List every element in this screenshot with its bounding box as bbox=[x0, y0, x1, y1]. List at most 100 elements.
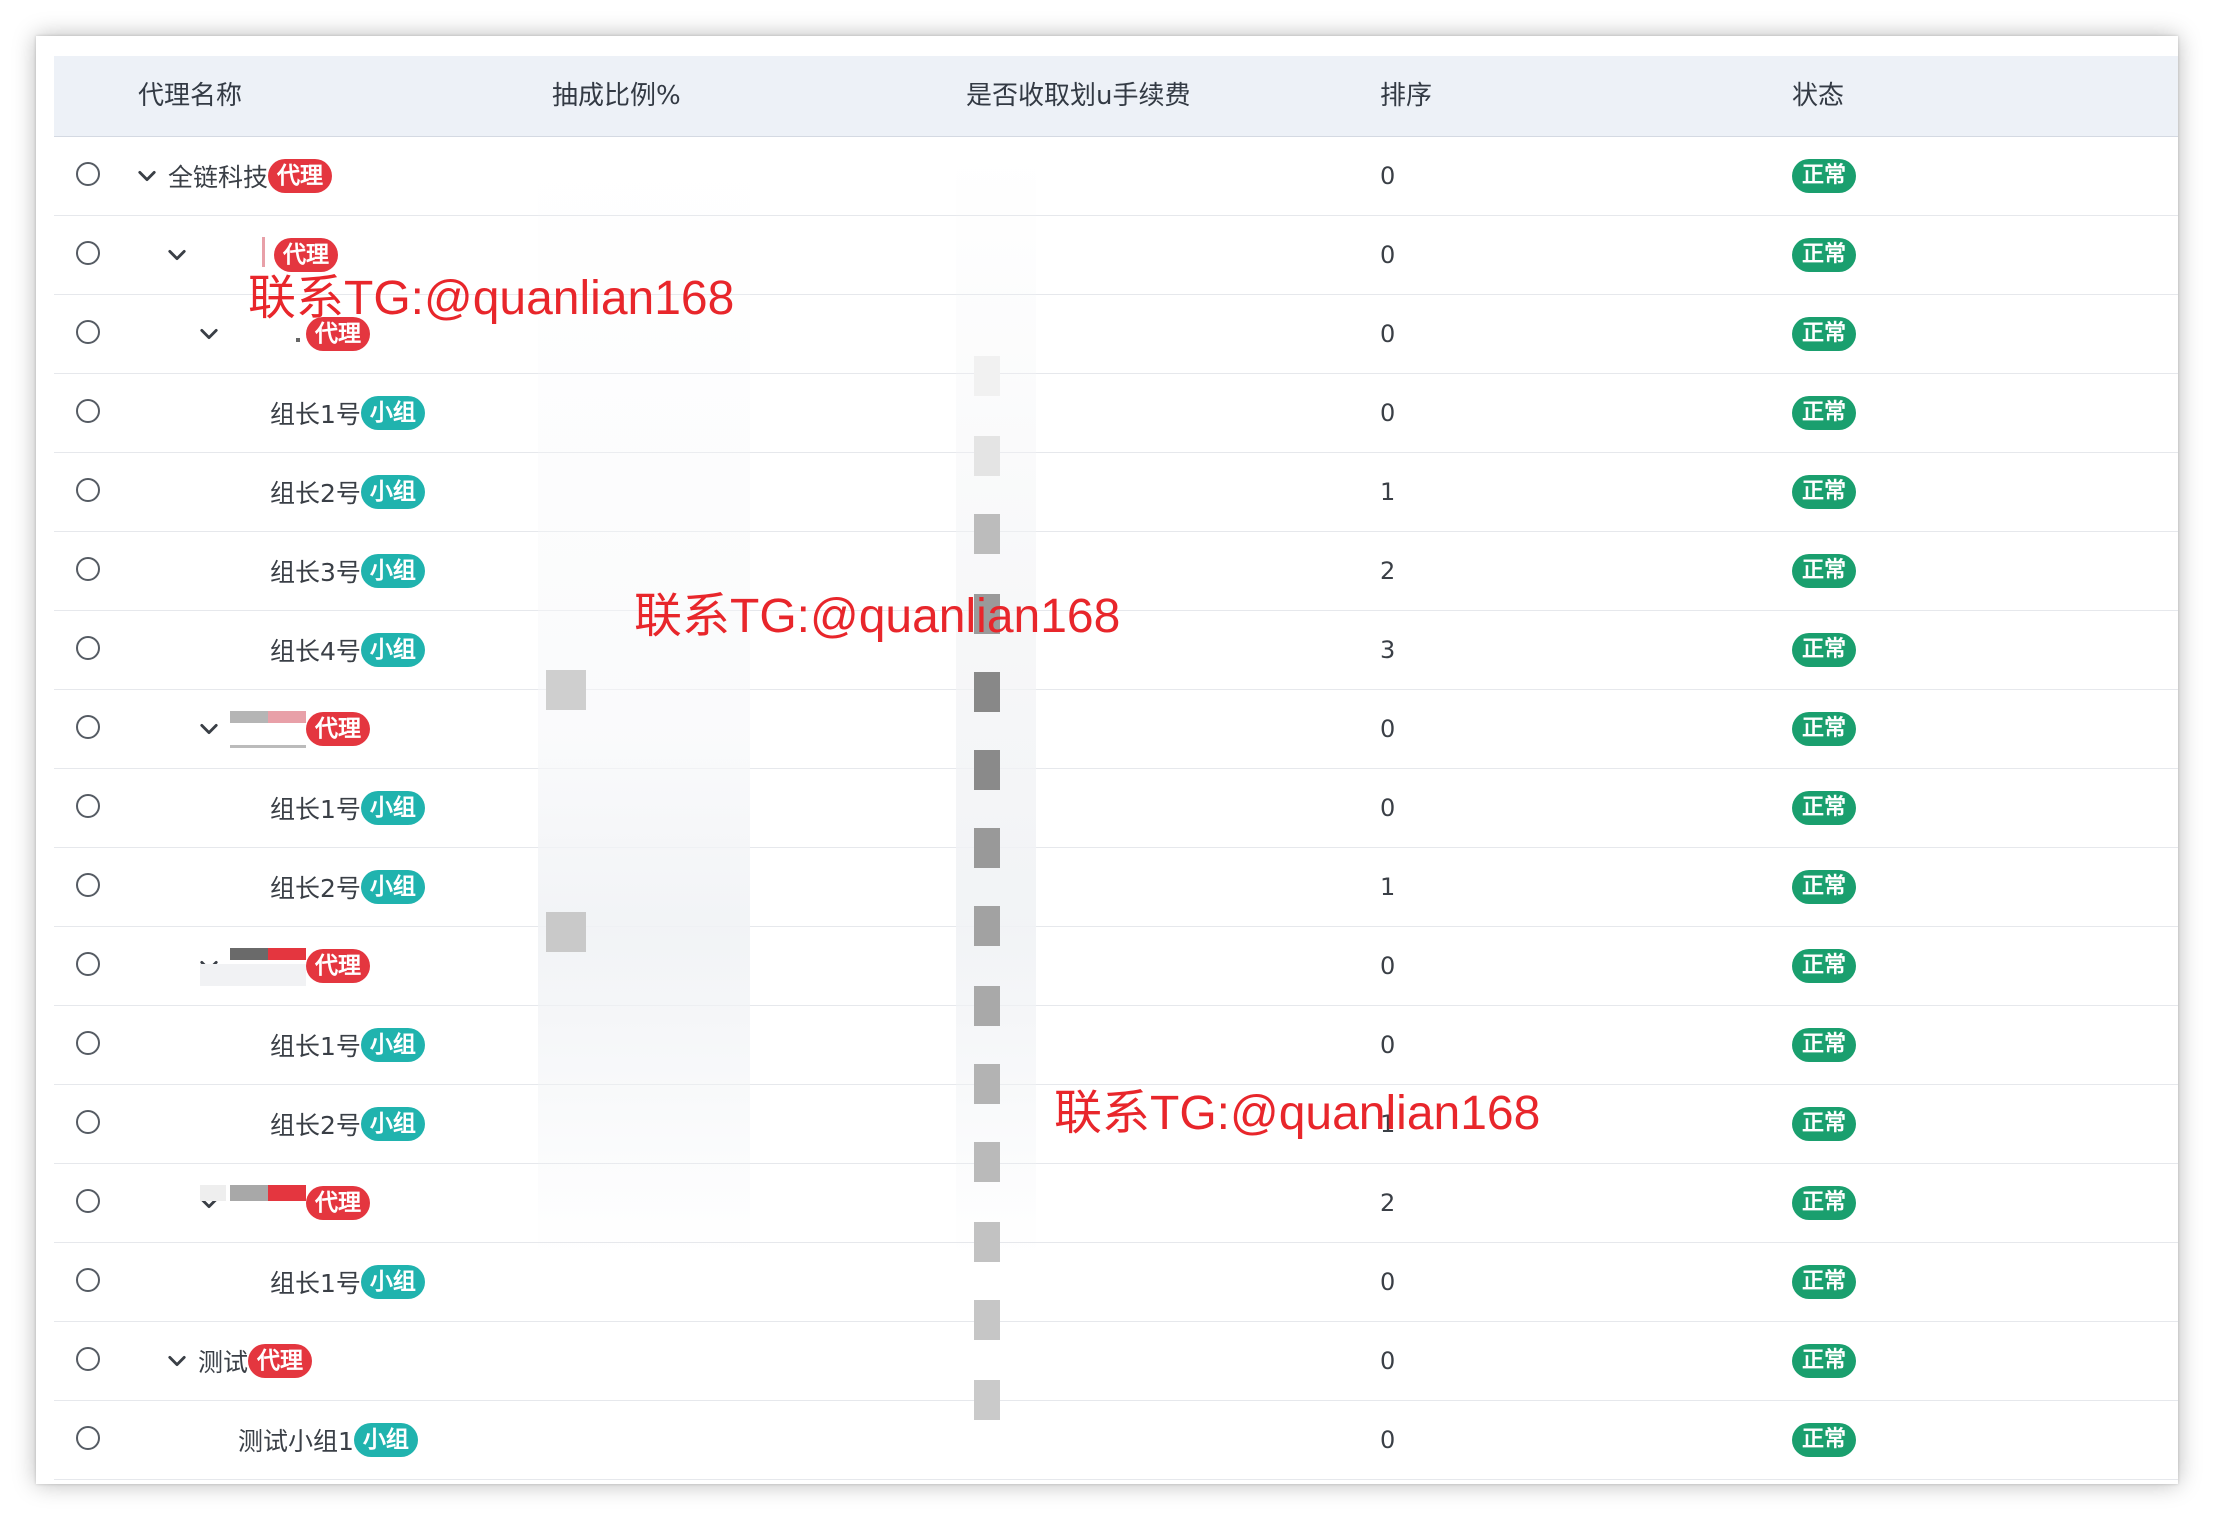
group-badge: 小组 bbox=[360, 1028, 425, 1062]
row-select-radio[interactable] bbox=[76, 557, 100, 581]
order-value: 0 bbox=[1380, 241, 1396, 269]
name-cell: 全链科技 代理 bbox=[138, 137, 333, 215]
table-body: 全链科技 代理 0 正常 代理 0 正常 代理 0 正常 组长1号 小组 0 正常 组长2号 小组 1 正常 组长3… bbox=[54, 137, 2178, 1480]
row-select-radio[interactable] bbox=[76, 399, 100, 423]
table-row[interactable]: 代理 0 正常 bbox=[54, 927, 2178, 1006]
table-row[interactable]: 组长3号 小组 2 正常 bbox=[54, 532, 2178, 611]
status-badge: 正常 bbox=[1792, 238, 1857, 272]
column-header-ratio[interactable]: 抽成比例% bbox=[552, 56, 681, 136]
table-row[interactable]: 代理 2 正常 bbox=[54, 1164, 2178, 1243]
status-badge: 正常 bbox=[1792, 159, 1857, 193]
group-badge: 小组 bbox=[360, 791, 425, 825]
status-badge: 正常 bbox=[1792, 870, 1857, 904]
table-row[interactable]: 代理 0 正常 bbox=[54, 216, 2178, 295]
agent-badge: 代理 bbox=[306, 712, 370, 746]
row-select-radio[interactable] bbox=[76, 952, 100, 976]
row-select-radio[interactable] bbox=[76, 1268, 100, 1292]
redacted-name bbox=[200, 946, 306, 986]
status-badge: 正常 bbox=[1792, 317, 1857, 351]
agent-badge: 代理 bbox=[306, 1186, 370, 1220]
redacted-name bbox=[200, 1183, 306, 1223]
status-badge: 正常 bbox=[1792, 396, 1857, 430]
table-row[interactable]: 组长1号 小组 0 正常 bbox=[54, 769, 2178, 848]
row-select-radio[interactable] bbox=[76, 794, 100, 818]
table-row[interactable]: 测试小组1 小组 0 正常 bbox=[54, 1401, 2178, 1480]
status-badge: 正常 bbox=[1792, 554, 1857, 588]
table-header: 代理名称 抽成比例% 是否收取划u手续费 排序 状态 bbox=[54, 56, 2178, 137]
chevron-down-icon[interactable] bbox=[200, 720, 218, 738]
status-badge: 正常 bbox=[1792, 1028, 1857, 1062]
name-cell: 代理 bbox=[168, 216, 338, 294]
agent-badge: 代理 bbox=[306, 317, 370, 351]
chevron-down-icon[interactable] bbox=[138, 167, 156, 185]
row-select-radio[interactable] bbox=[76, 320, 100, 344]
column-header-order[interactable]: 排序 bbox=[1380, 56, 1432, 136]
name-cell: 组长2号 小组 bbox=[270, 848, 425, 926]
order-value: 0 bbox=[1380, 162, 1396, 190]
row-name: 测试小组1 bbox=[238, 1427, 354, 1456]
column-header-name[interactable]: 代理名称 bbox=[138, 56, 242, 136]
row-select-radio[interactable] bbox=[76, 1347, 100, 1371]
agent-tree-table: 代理名称 抽成比例% 是否收取划u手续费 排序 状态 全链科技 代理 0 正常 代理 0 正… bbox=[54, 56, 2178, 1480]
status-badge: 正常 bbox=[1792, 791, 1857, 825]
agent-badge: 代理 bbox=[248, 1344, 313, 1378]
column-header-fee[interactable]: 是否收取划u手续费 bbox=[966, 56, 1190, 136]
status-badge: 正常 bbox=[1792, 1344, 1857, 1378]
row-select-radio[interactable] bbox=[76, 162, 100, 186]
row-name: 全链科技 bbox=[168, 163, 269, 192]
group-badge: 小组 bbox=[353, 1423, 418, 1457]
status-badge: 正常 bbox=[1792, 712, 1857, 746]
name-cell: 组长1号 小组 bbox=[270, 1243, 425, 1321]
name-cell: 组长4号 小组 bbox=[270, 611, 425, 689]
status-badge: 正常 bbox=[1792, 1186, 1857, 1220]
chevron-down-icon[interactable] bbox=[168, 1352, 186, 1370]
table-row[interactable]: 组长1号 小组 0 正常 bbox=[54, 374, 2178, 453]
table-row[interactable]: 组长1号 小组 0 正常 bbox=[54, 1006, 2178, 1085]
row-select-radio[interactable] bbox=[76, 1189, 100, 1213]
agent-badge: 代理 bbox=[274, 238, 338, 272]
order-value: 2 bbox=[1380, 1189, 1396, 1217]
row-select-radio[interactable] bbox=[76, 873, 100, 897]
row-select-radio[interactable] bbox=[76, 715, 100, 739]
table-row[interactable]: 组长4号 小组 3 正常 bbox=[54, 611, 2178, 690]
row-name: 组长2号 bbox=[270, 479, 361, 508]
row-select-radio[interactable] bbox=[76, 478, 100, 502]
table-row[interactable]: 代理 0 正常 bbox=[54, 690, 2178, 769]
name-cell: 代理 bbox=[200, 295, 370, 373]
table-row[interactable]: 代理 0 正常 bbox=[54, 295, 2178, 374]
row-name: 组长4号 bbox=[270, 637, 361, 666]
table-row[interactable]: 组长2号 小组 1 正常 bbox=[54, 1085, 2178, 1164]
row-select-radio[interactable] bbox=[76, 636, 100, 660]
row-name: 组长1号 bbox=[270, 1032, 361, 1061]
table-row[interactable]: 组长2号 小组 1 正常 bbox=[54, 453, 2178, 532]
name-cell: 代理 bbox=[200, 1164, 370, 1242]
row-select-radio[interactable] bbox=[76, 1110, 100, 1134]
group-badge: 小组 bbox=[360, 554, 425, 588]
row-select-radio[interactable] bbox=[76, 1426, 100, 1450]
table-row[interactable]: 测试 代理 0 正常 bbox=[54, 1322, 2178, 1401]
row-select-radio[interactable] bbox=[76, 241, 100, 265]
chevron-down-icon[interactable] bbox=[168, 246, 186, 264]
group-badge: 小组 bbox=[360, 1107, 425, 1141]
status-badge: 正常 bbox=[1792, 1107, 1857, 1141]
table-row[interactable]: 组长1号 小组 0 正常 bbox=[54, 1243, 2178, 1322]
order-value: 0 bbox=[1380, 320, 1396, 348]
name-cell: 组长1号 小组 bbox=[270, 1006, 425, 1084]
group-badge: 小组 bbox=[360, 633, 425, 667]
order-value: 0 bbox=[1380, 1268, 1396, 1296]
order-value: 0 bbox=[1380, 952, 1396, 980]
status-badge: 正常 bbox=[1792, 1265, 1857, 1299]
name-cell: 代理 bbox=[200, 690, 370, 768]
row-name: 组长1号 bbox=[270, 400, 361, 429]
group-badge: 小组 bbox=[360, 870, 425, 904]
order-value: 1 bbox=[1380, 478, 1396, 506]
group-badge: 小组 bbox=[360, 475, 425, 509]
column-header-status[interactable]: 状态 bbox=[1792, 56, 1844, 136]
table-row[interactable]: 组长2号 小组 1 正常 bbox=[54, 848, 2178, 927]
chevron-down-icon[interactable] bbox=[200, 325, 218, 343]
agent-badge: 代理 bbox=[306, 949, 370, 983]
order-value: 0 bbox=[1380, 715, 1396, 743]
row-select-radio[interactable] bbox=[76, 1031, 100, 1055]
table-row[interactable]: 全链科技 代理 0 正常 bbox=[54, 137, 2178, 216]
group-badge: 小组 bbox=[360, 1265, 425, 1299]
